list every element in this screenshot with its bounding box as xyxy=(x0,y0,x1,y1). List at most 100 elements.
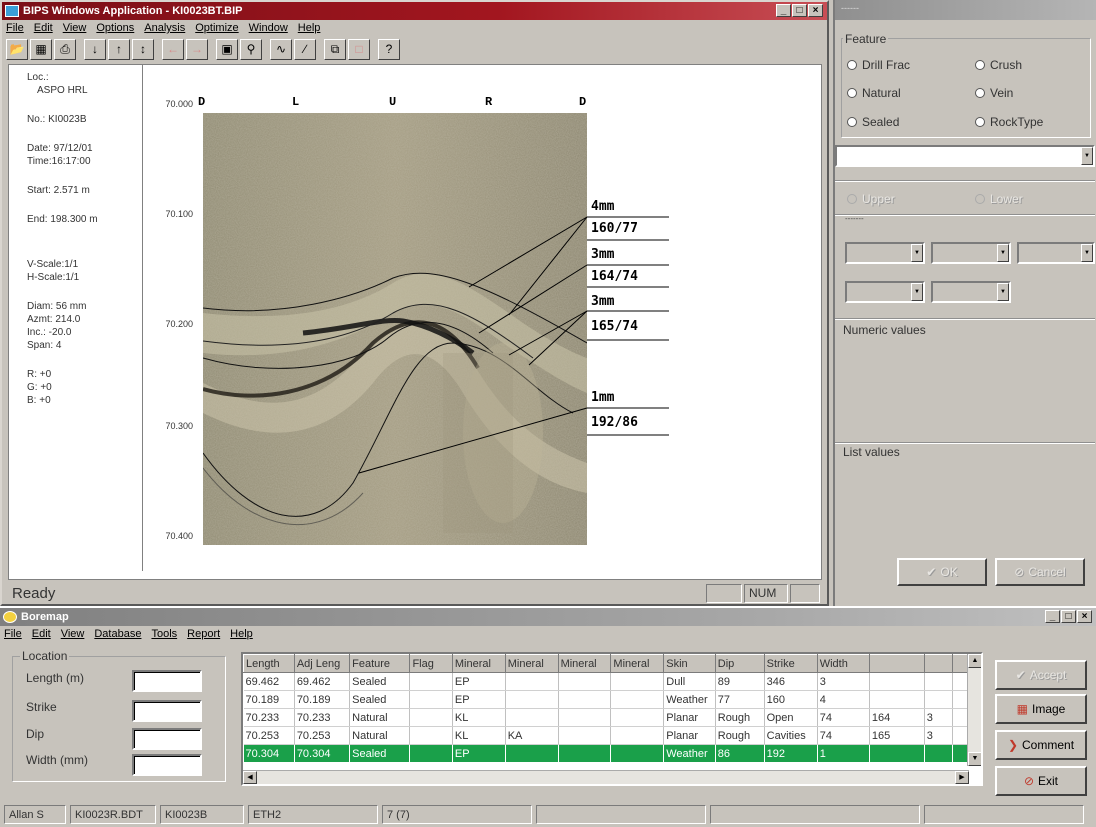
chevron-down-icon[interactable]: ▼ xyxy=(911,283,923,301)
table-cell[interactable] xyxy=(869,744,925,763)
feature-table[interactable]: Length Adj Leng Feature Flag Mineral Mineral M… xyxy=(241,652,983,786)
column-header[interactable]: Width xyxy=(816,654,870,673)
radio-drill-frac[interactable]: Drill Frac xyxy=(847,58,910,72)
table-cell[interactable]: Sealed xyxy=(349,690,411,709)
table-cell[interactable]: 70.189 xyxy=(243,690,295,709)
column-header[interactable]: Mineral xyxy=(504,654,559,673)
table-cell[interactable] xyxy=(558,708,612,727)
open-icon[interactable]: 📂 xyxy=(6,38,28,60)
table-cell[interactable]: 164 xyxy=(869,708,925,727)
line-icon[interactable]: ∕ xyxy=(294,38,316,60)
table-cell[interactable] xyxy=(505,672,559,691)
radio-lower[interactable]: Lower xyxy=(975,192,1023,206)
table-row[interactable]: 69.462 69.462 Sealed EP Dull 89 346 3 xyxy=(243,672,981,691)
table-cell[interactable]: 74 xyxy=(817,708,870,727)
menu-view[interactable]: View xyxy=(61,628,85,640)
ok-button[interactable]: ✔ OK xyxy=(897,558,987,586)
column-header[interactable]: Mineral xyxy=(610,654,665,673)
table-cell[interactable] xyxy=(869,672,925,691)
table-cell[interactable]: 70.253 xyxy=(243,726,295,745)
scroll-down-icon[interactable]: ▼ xyxy=(968,752,981,766)
value-combo-2[interactable]: ▼ xyxy=(931,242,1011,264)
value-combo-3[interactable]: ▼ xyxy=(1017,242,1095,264)
column-header[interactable]: Dip xyxy=(714,654,765,673)
length-input[interactable] xyxy=(132,670,202,692)
table-cell[interactable] xyxy=(558,672,612,691)
table-cell[interactable]: Natural xyxy=(349,708,411,727)
table-cell[interactable] xyxy=(924,672,954,691)
print-icon[interactable]: ⎙ xyxy=(54,38,76,60)
table-cell[interactable]: Open xyxy=(764,708,818,727)
boremap-titlebar[interactable]: Boremap _ □ × xyxy=(0,608,1096,626)
table-cell[interactable] xyxy=(610,726,665,745)
table-cell[interactable] xyxy=(505,690,559,709)
radio-rocktype[interactable]: RockType xyxy=(975,115,1043,129)
table-row[interactable]: 70.233 70.233 Natural KL Planar Rough Open 74 16… xyxy=(243,708,981,727)
menu-window[interactable]: Window xyxy=(249,22,288,34)
table-cell[interactable] xyxy=(610,744,665,763)
table-cell[interactable]: Planar xyxy=(663,708,716,727)
curve-icon[interactable]: ∿ xyxy=(270,38,292,60)
table-cell[interactable]: KL xyxy=(452,726,506,745)
column-header[interactable]: Length xyxy=(243,654,295,673)
column-header[interactable]: Mineral xyxy=(557,654,612,673)
table-cell[interactable] xyxy=(558,726,612,745)
table-row[interactable]: 70.189 70.189 Sealed EP Weather 77 160 4 xyxy=(243,690,981,709)
table-cell[interactable] xyxy=(409,690,453,709)
table-cell[interactable]: 70.189 xyxy=(294,690,351,709)
radio-sealed[interactable]: Sealed xyxy=(847,115,899,129)
table-cell[interactable]: 3 xyxy=(924,726,954,745)
menu-edit[interactable]: Edit xyxy=(32,628,51,640)
table-cell[interactable]: KL xyxy=(452,708,506,727)
table-cell[interactable]: 70.304 xyxy=(294,744,351,763)
value-combo-5[interactable]: ▼ xyxy=(931,281,1011,303)
table-cell[interactable]: Weather xyxy=(663,690,716,709)
table-cell[interactable]: EP xyxy=(452,690,506,709)
chevron-down-icon[interactable]: ▼ xyxy=(911,244,923,262)
arrow-up-icon[interactable]: ↑ xyxy=(108,38,130,60)
table-row[interactable]: 70.253 70.253 Natural KL KA Planar Rough Caviti… xyxy=(243,726,981,745)
menu-options[interactable]: Options xyxy=(96,22,134,34)
column-header[interactable]: Mineral xyxy=(451,654,506,673)
menu-help[interactable]: Help xyxy=(230,628,253,640)
table-cell[interactable]: 86 xyxy=(715,744,765,763)
table-cell[interactable] xyxy=(924,690,954,709)
menu-file[interactable]: File xyxy=(6,22,24,34)
dip-input[interactable] xyxy=(132,728,202,750)
chevron-down-icon[interactable]: ▼ xyxy=(1081,244,1093,262)
radio-natural[interactable]: Natural xyxy=(847,86,901,100)
table-cell[interactable]: 1 xyxy=(817,744,870,763)
scroll-right-icon[interactable]: ▶ xyxy=(955,771,969,784)
bips-titlebar[interactable]: BIPS Windows Application - KI0023BT.BIP … xyxy=(2,2,827,20)
table-cell[interactable]: Sealed xyxy=(349,672,411,691)
table-cell[interactable]: 74 xyxy=(817,726,870,745)
table-cell[interactable]: 69.462 xyxy=(294,672,351,691)
table-cell[interactable]: 69.462 xyxy=(243,672,295,691)
table-cell[interactable] xyxy=(610,708,665,727)
table-cell[interactable]: 89 xyxy=(715,672,765,691)
menu-optimize[interactable]: Optimize xyxy=(195,22,238,34)
close-button[interactable]: × xyxy=(1077,610,1092,623)
table-cell[interactable] xyxy=(409,744,453,763)
table-cell[interactable] xyxy=(409,672,453,691)
table-cell[interactable]: 3 xyxy=(924,708,954,727)
column-header[interactable] xyxy=(868,654,925,673)
column-header[interactable]: Skin xyxy=(663,654,716,673)
table-cell[interactable]: 160 xyxy=(764,690,818,709)
table-cell[interactable] xyxy=(505,708,559,727)
table-cell[interactable]: KA xyxy=(505,726,559,745)
table-cell[interactable]: 70.253 xyxy=(294,726,351,745)
table-cell[interactable]: Planar xyxy=(663,726,716,745)
arrow-left-icon[interactable]: ← xyxy=(162,38,184,60)
chevron-down-icon[interactable]: ▼ xyxy=(997,244,1009,262)
chevron-down-icon[interactable]: ▼ xyxy=(1081,147,1093,165)
table-cell[interactable] xyxy=(869,690,925,709)
table-cell[interactable]: Rough xyxy=(715,708,765,727)
table-cell[interactable]: 70.233 xyxy=(294,708,351,727)
width-input[interactable] xyxy=(132,754,202,776)
cancel-button[interactable]: ⊘ Cancel xyxy=(995,558,1085,586)
table-cell[interactable]: 70.304 xyxy=(243,744,295,763)
horizontal-scrollbar[interactable]: ◀ ▶ xyxy=(243,770,969,784)
close-button[interactable]: × xyxy=(808,4,823,17)
table-cell[interactable]: 192 xyxy=(764,744,818,763)
